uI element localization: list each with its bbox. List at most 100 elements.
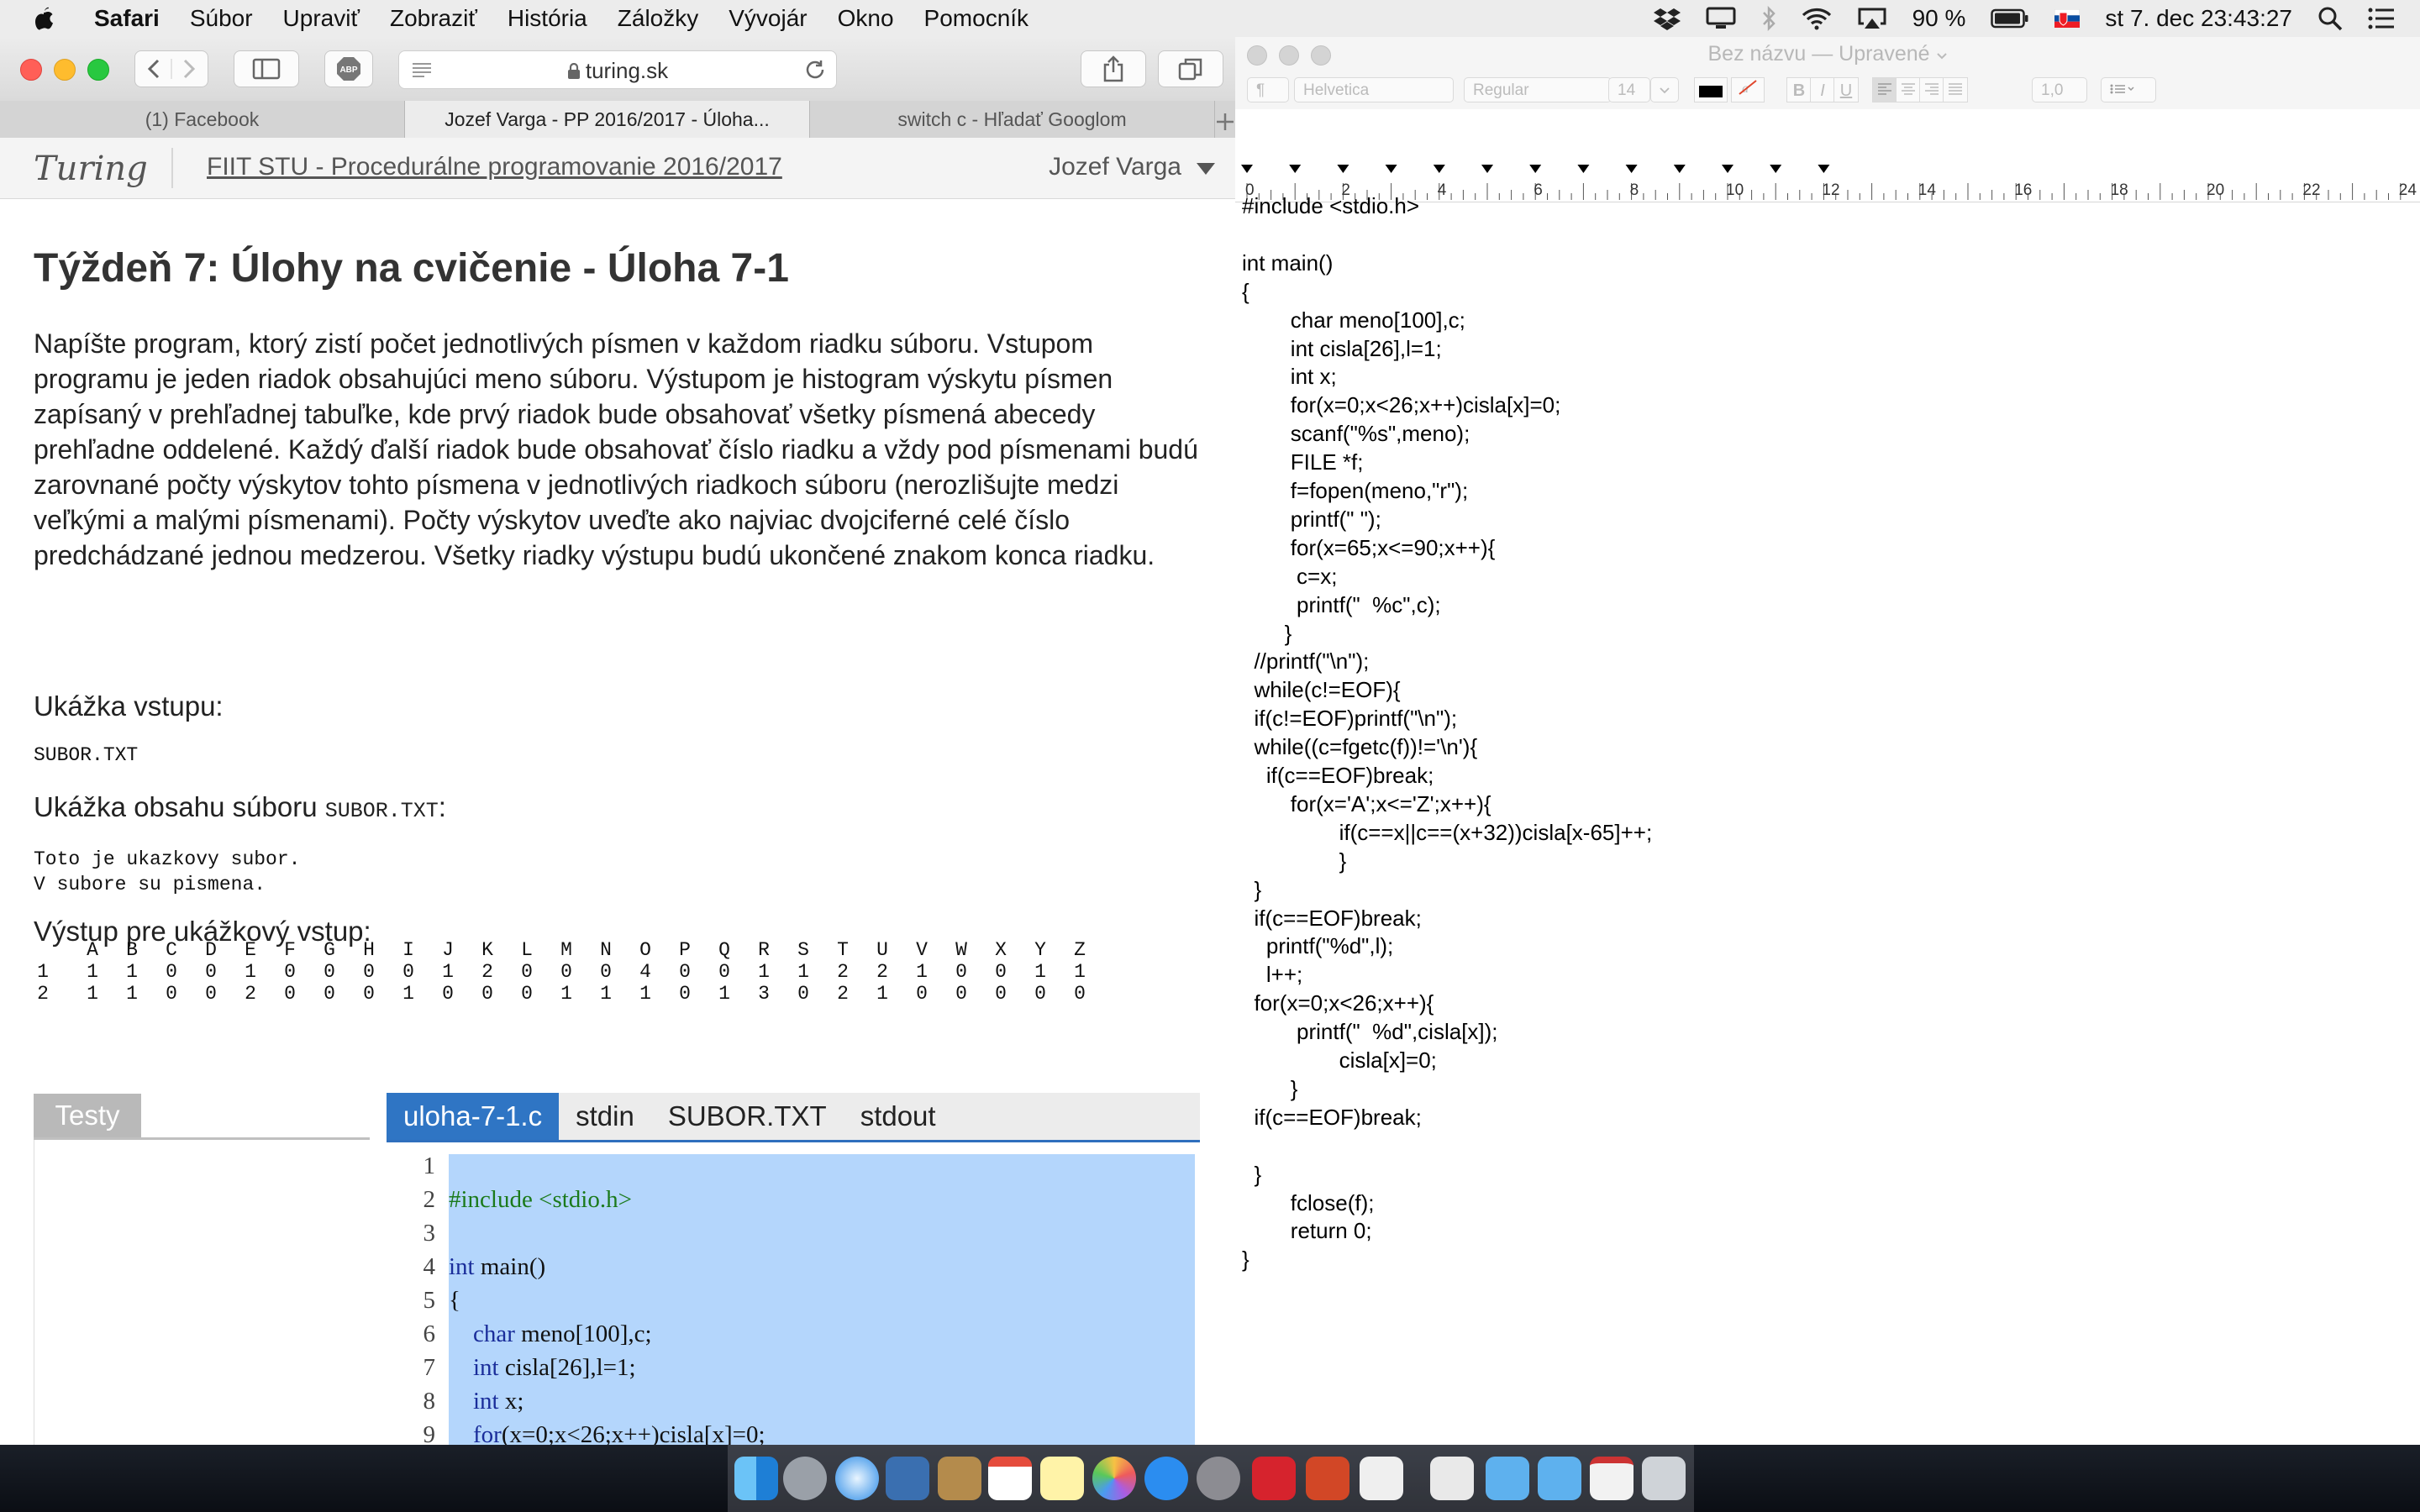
textedit-icon[interactable] <box>1360 1457 1403 1500</box>
tab-stop-marker <box>1529 165 1542 173</box>
menu-help[interactable]: Pomocník <box>924 5 1029 32</box>
font-size-field[interactable]: 14 <box>1608 77 1650 102</box>
editor-tab-input-file[interactable]: SUBOR.TXT <box>651 1093 844 1140</box>
italic-button[interactable]: I <box>1810 77 1835 102</box>
folder-icon[interactable] <box>1486 1457 1529 1500</box>
menu-app-name[interactable]: Safari <box>94 5 160 32</box>
tab-overview-button[interactable] <box>1158 50 1223 87</box>
airplay-icon[interactable] <box>1857 7 1887 30</box>
histogram-count: 0 <box>955 961 967 983</box>
input-example: SUBOR.TXT <box>34 744 139 766</box>
histogram-count: 2 <box>876 961 888 983</box>
font-size-dropdown[interactable] <box>1650 77 1679 102</box>
sidebar-toggle-button[interactable] <box>234 50 299 87</box>
justify-button[interactable] <box>1943 77 1968 102</box>
contacts-icon[interactable] <box>938 1457 981 1500</box>
menu-file[interactable]: Súbor <box>190 5 253 32</box>
course-link[interactable]: FIIT STU - Procedurálne programovanie 20… <box>207 153 782 181</box>
system-preferences-icon[interactable] <box>1197 1457 1240 1500</box>
document-title[interactable]: Bez názvu — Upravené <box>1235 42 2420 66</box>
calendar-icon[interactable] <box>988 1457 1032 1500</box>
tests-tab[interactable]: Testy <box>34 1094 141 1137</box>
menu-window[interactable]: Okno <box>838 5 894 32</box>
safari-toolbar: ABP turing.sk <box>0 37 1235 102</box>
underline-button[interactable]: U <box>1833 77 1859 102</box>
powerpoint-icon[interactable] <box>1306 1457 1349 1500</box>
dropbox-icon[interactable] <box>1653 7 1681 30</box>
list-style-button[interactable] <box>2101 77 2156 102</box>
display-icon[interactable] <box>1706 7 1736 30</box>
notification-center-icon[interactable] <box>2368 7 2395 30</box>
zoom-window-button[interactable] <box>87 59 109 81</box>
font-family-select[interactable]: Helvetica <box>1294 77 1454 102</box>
wifi-icon[interactable] <box>1802 7 1832 30</box>
turing-logo[interactable]: Turing <box>34 150 148 188</box>
app-store-icon[interactable] <box>1144 1457 1188 1500</box>
minimize-window-button[interactable] <box>54 59 76 81</box>
align-left-button[interactable] <box>1872 77 1897 102</box>
photos-icon[interactable] <box>1092 1457 1136 1500</box>
battery-icon[interactable] <box>1991 8 2029 29</box>
tab-google-search[interactable]: switch c - Hľadať Googlom <box>810 101 1215 138</box>
histogram-count: 0 <box>797 983 809 1005</box>
histogram-letter: M <box>560 939 572 961</box>
bluetooth-icon[interactable] <box>1761 6 1776 31</box>
menu-develop[interactable]: Vývojár <box>729 5 807 32</box>
spotlight-search-icon[interactable] <box>2317 6 2343 31</box>
caret-down-icon[interactable] <box>1197 163 1215 175</box>
tab-facebook[interactable]: (1) Facebook <box>0 101 405 138</box>
histogram-count: 0 <box>166 961 177 983</box>
align-center-button[interactable] <box>1896 77 1921 102</box>
menu-edit[interactable]: Upraviť <box>283 5 360 32</box>
activity-icon[interactable] <box>1430 1457 1474 1500</box>
highlight-color-button[interactable]: a <box>1731 77 1765 102</box>
line-spacing-select[interactable]: 1,0 <box>2032 77 2087 102</box>
launchpad-icon[interactable] <box>783 1457 827 1500</box>
clock[interactable]: st 7. dec 23:43:27 <box>2105 5 2292 32</box>
new-tab-button[interactable] <box>1215 101 1235 138</box>
menu-history[interactable]: História <box>508 5 587 32</box>
tab-turing[interactable]: Jozef Varga - PP 2016/2017 - Úloha... <box>405 101 810 138</box>
document-line: scanf("%s",meno); <box>1242 421 1470 447</box>
close-window-button[interactable] <box>20 59 42 81</box>
editor-tab-stdin[interactable]: stdin <box>559 1093 651 1140</box>
document-line: fclose(f); <box>1242 1189 1375 1215</box>
align-right-button[interactable] <box>1919 77 1944 102</box>
bold-button[interactable]: B <box>1786 77 1812 102</box>
paragraph-styles-button[interactable]: ¶ <box>1247 77 1289 102</box>
sidebar-icon <box>252 58 281 80</box>
url-text[interactable]: turing.sk <box>586 58 668 83</box>
histogram-count: 1 <box>758 961 770 983</box>
header-divider <box>171 148 173 188</box>
menu-bookmarks[interactable]: Záložky <box>618 5 698 32</box>
adblock-plus-button[interactable]: ABP <box>324 50 373 87</box>
back-forward-buttons[interactable] <box>134 50 208 87</box>
slovak-flag-icon[interactable] <box>2054 9 2081 28</box>
downloads-folder-icon[interactable] <box>1538 1457 1581 1500</box>
notes-icon[interactable] <box>1040 1457 1084 1500</box>
text-color-button[interactable] <box>1694 77 1728 102</box>
menu-view[interactable]: Zobraziť <box>390 5 477 32</box>
code-editor[interactable]: 1 2 #include <stdio.h> 3 4 int main() 5{6 char… <box>388 1154 1195 1445</box>
font-style-select[interactable]: Regular <box>1464 77 1612 102</box>
document-line: } <box>1242 1247 1249 1273</box>
line-number: 8 <box>423 1388 436 1415</box>
battery-percent[interactable]: 90 % <box>1912 5 1966 32</box>
address-bar[interactable]: turing.sk <box>398 50 837 89</box>
histogram-count: 1 <box>600 983 612 1005</box>
safari-icon[interactable] <box>835 1457 879 1500</box>
mail-icon[interactable] <box>886 1457 929 1500</box>
finder-icon[interactable] <box>734 1457 778 1500</box>
ruler[interactable]: 0 2 4 6 8 10 12 14 16 18 20 22 24 <box>1235 109 2420 202</box>
code-line: 6 char meno[100],c; <box>388 1320 1195 1354</box>
apple-icon[interactable] <box>32 5 62 32</box>
inbox-icon[interactable] <box>1590 1457 1634 1500</box>
acrobat-icon[interactable] <box>1252 1457 1296 1500</box>
editor-tab-stdout[interactable]: stdout <box>844 1093 953 1140</box>
trash-icon[interactable] <box>1642 1457 1686 1500</box>
editor-tab-source[interactable]: uloha-7-1.c <box>387 1093 560 1140</box>
user-menu[interactable]: Jozef Varga <box>1049 153 1181 181</box>
share-button[interactable] <box>1081 50 1146 87</box>
histogram-letter: I <box>402 939 414 961</box>
document-line: printf(" %c",c); <box>1242 591 1441 617</box>
